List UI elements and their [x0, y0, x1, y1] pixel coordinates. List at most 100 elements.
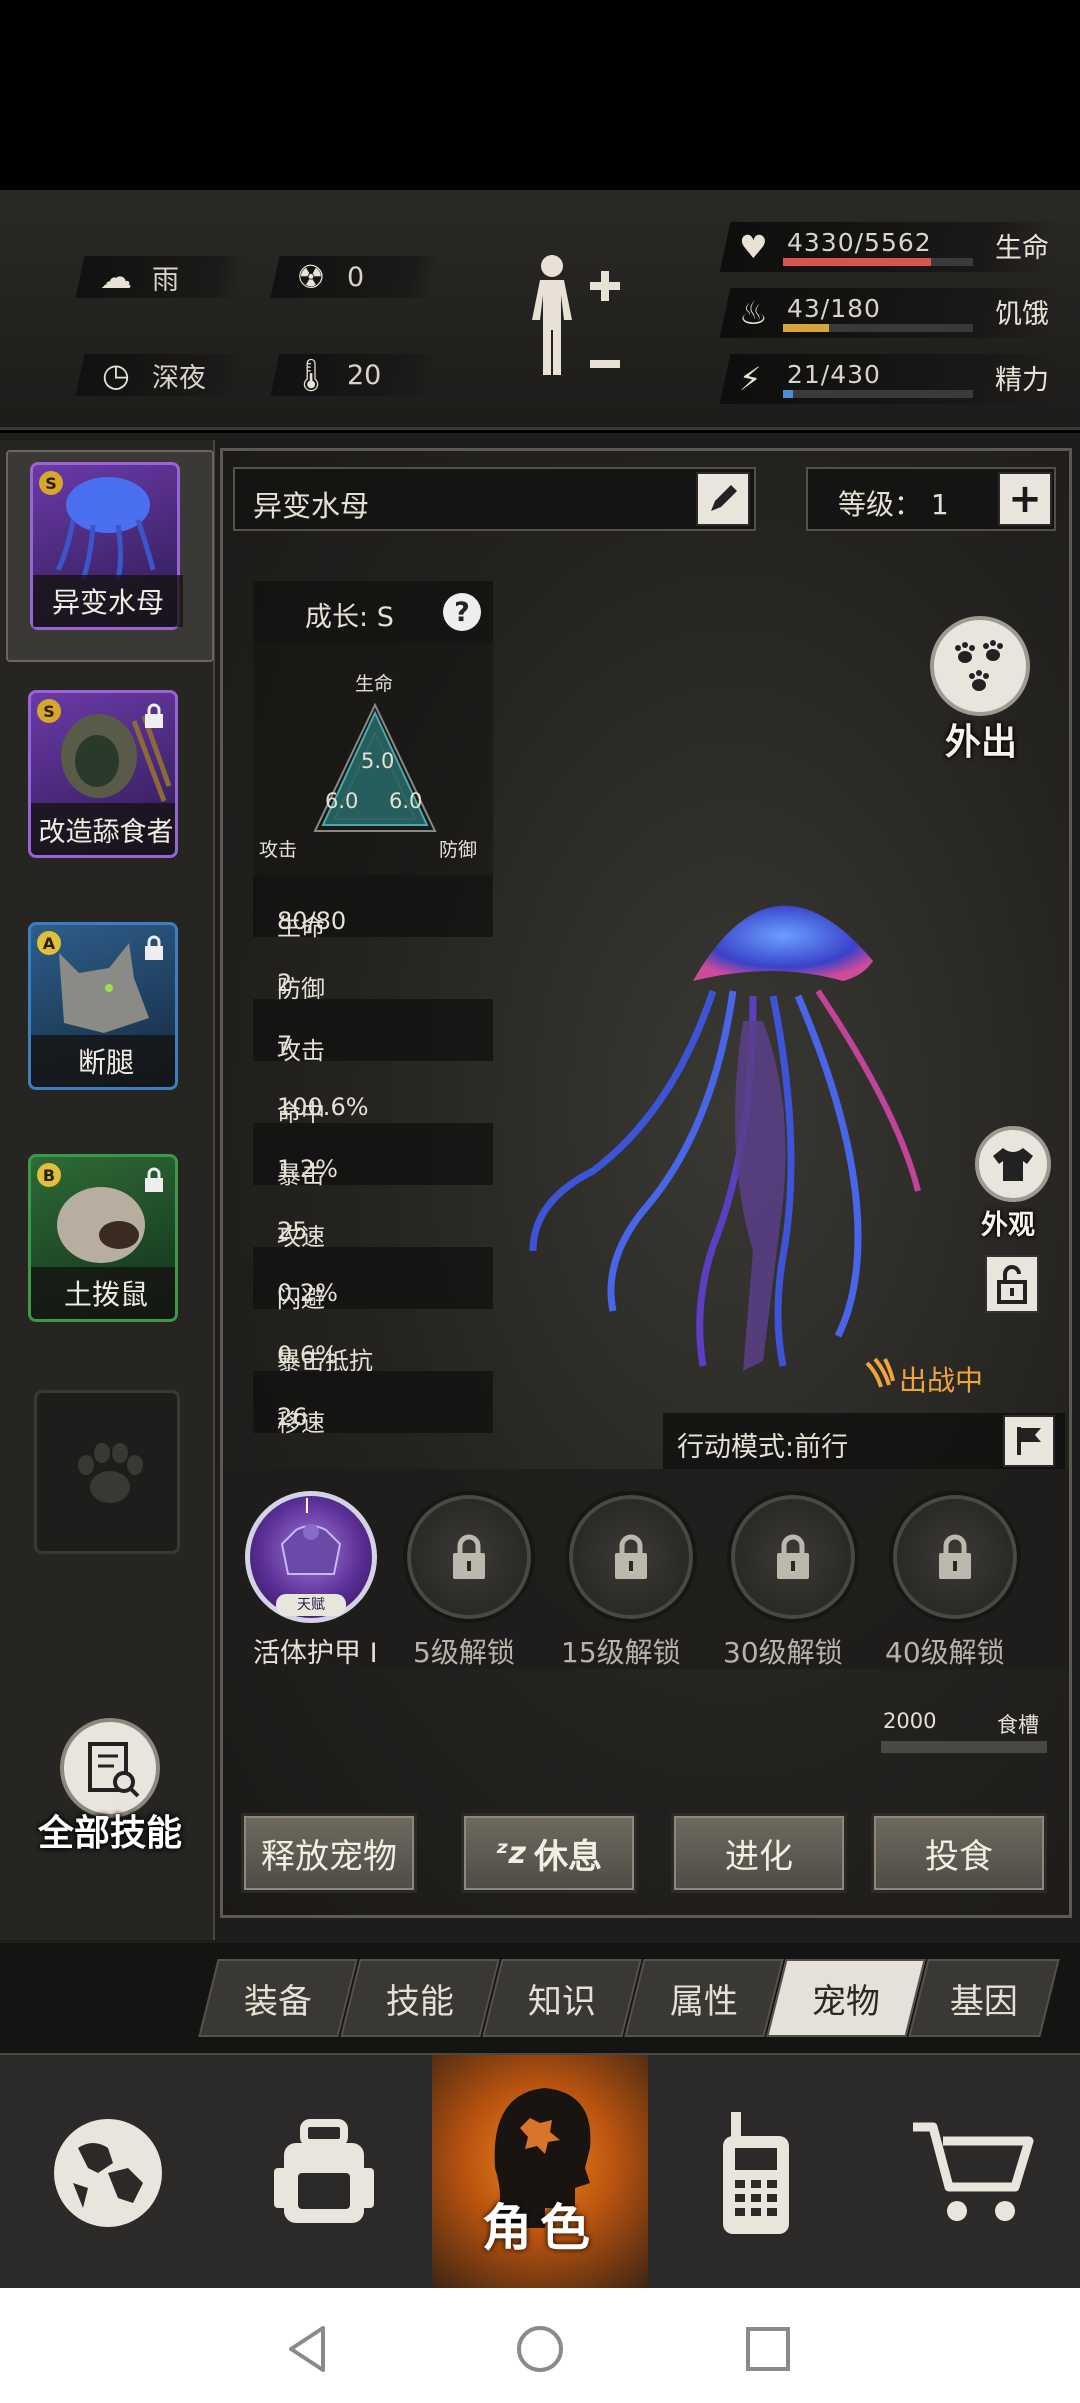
radiation-value: 0 — [347, 261, 365, 293]
category-tab-bar: 装备 技能 知识 属性 宠物 基因 — [0, 1943, 1080, 2053]
level-value: 1 — [930, 488, 949, 521]
back-icon[interactable] — [285, 2324, 329, 2374]
skill-slot-locked[interactable] — [727, 1491, 859, 1623]
all-skills-label: 全部技能 — [37, 1813, 182, 1854]
skill-living-armor[interactable]: I 天赋 — [245, 1491, 377, 1623]
pet-name-box: 异变水母 — [233, 467, 756, 531]
stat-row-dodge: 闪避 0.2% — [253, 1247, 493, 1313]
stat-row-accuracy: 命中 100.6% — [253, 1061, 493, 1127]
all-skills-button[interactable]: 全部技能 — [30, 1718, 190, 1868]
stomach-icon: ♨ — [739, 294, 768, 332]
battle-status: 出战中 — [803, 1351, 1065, 1401]
growth-radar: 生命 攻击 防御 5.0 6.0 6.0 — [253, 643, 493, 875]
tab-genes[interactable]: 基因 — [908, 1959, 1060, 2037]
tab-attributes[interactable]: 属性 — [624, 1959, 784, 2037]
empty-pet-slot[interactable] — [34, 1390, 180, 1554]
skill-tier: I — [304, 1494, 310, 1518]
lock-icon — [939, 1534, 971, 1579]
stat-value: 100.6% — [277, 1093, 369, 1121]
pet-name: 土拨鼠 — [31, 1267, 175, 1319]
help-button[interactable]: ? — [443, 593, 481, 631]
hunger-value: 43/180 — [787, 294, 881, 323]
evolve-button[interactable]: 进化 — [671, 1813, 847, 1893]
shopping-cart-icon — [913, 2122, 1034, 2221]
health-value: 4330/5562 — [787, 228, 932, 257]
plus-icon: + — [1008, 476, 1042, 522]
energy-icon: ⚡ — [739, 360, 762, 398]
body-figure-icon — [532, 255, 620, 375]
level-text: 等级： 1 — [838, 483, 949, 523]
nav-character[interactable]: 角色 — [432, 2055, 648, 2290]
pet-slot-broken-leg[interactable]: A 断腿 — [28, 922, 178, 1090]
tab-pets[interactable]: 宠物 — [766, 1959, 926, 2037]
heart-pulse-icon: ♥ — [739, 228, 768, 266]
level-label: 等级： — [838, 488, 923, 521]
appearance-button[interactable] — [975, 1126, 1051, 1202]
lock-icon — [145, 935, 163, 960]
bottom-navigation: 角色 — [0, 2053, 1080, 2290]
pet-slot-modified-licker[interactable]: S 改造舔食者 — [28, 690, 178, 858]
food-label: 食槽 — [997, 1713, 1039, 1737]
home-icon[interactable] — [515, 2324, 565, 2374]
rain-cloud-icon: ☁ — [100, 258, 132, 296]
pet-illustration — [529, 905, 921, 1371]
lock-icon — [145, 703, 163, 728]
tab-skills[interactable]: 技能 — [340, 1959, 500, 2037]
lock-icon — [615, 1534, 647, 1579]
nav-backpack[interactable] — [216, 2055, 432, 2290]
stat-row-attack: 攻击 7 — [253, 999, 493, 1065]
radar-top-value: 5.0 — [361, 749, 395, 773]
tab-equipment[interactable]: 装备 — [198, 1959, 358, 2037]
temperature-pill: 🌡 20 — [270, 354, 440, 396]
action-mode-row: 行动模式:前行 — [663, 1413, 1065, 1469]
hunger-label: 饥饿 — [995, 299, 1049, 330]
pet-name: 改造舔食者 — [31, 803, 175, 855]
radar-left-label: 攻击 — [259, 839, 298, 861]
rest-button[interactable]: ᶻz 休息 — [461, 1813, 637, 1893]
pet-slot-mutant-jellyfish[interactable]: S 异变水母 — [6, 450, 214, 662]
zzz-icon: ᶻz — [496, 1835, 526, 1871]
clock-icon: ◷ — [102, 356, 130, 394]
health-bar-fill — [783, 258, 932, 266]
temperature-value: 20 — [347, 359, 382, 391]
radar-left-value: 6.0 — [325, 789, 359, 813]
skill-slot-locked[interactable] — [565, 1491, 697, 1623]
status-bar: ☁ 雨 ☢ 0 ◷ 深夜 🌡 20 ♥ 4330/5562 生命 ♨ 43/18… — [0, 190, 1080, 430]
stat-row-move-speed: 移速 26 — [253, 1371, 493, 1437]
energy-label: 精力 — [995, 365, 1049, 396]
nav-shop[interactable] — [864, 2055, 1080, 2290]
weather-pill: ☁ 雨 — [75, 256, 245, 298]
claw-icon — [865, 1357, 895, 1388]
tab-knowledge[interactable]: 知识 — [482, 1959, 642, 2037]
lock-toggle-button[interactable] — [985, 1255, 1039, 1313]
tab-label: 基因 — [950, 1981, 1018, 2022]
flag-icon — [1017, 1427, 1041, 1455]
energy-bar-fill — [783, 390, 793, 398]
lock-icon — [145, 1167, 163, 1192]
release-pet-button[interactable]: 释放宠物 — [241, 1813, 417, 1893]
nav-world-map[interactable] — [0, 2055, 216, 2290]
action-mode-button[interactable] — [1003, 1415, 1055, 1467]
level-up-button[interactable]: + — [998, 472, 1052, 526]
unlock-icon — [997, 1265, 1027, 1304]
stats-column: 成长: S ? 生命 攻击 防御 5.0 6.0 6.0 生命 80/80 防御… — [253, 581, 493, 1461]
feed-button[interactable]: 投食 — [871, 1813, 1047, 1893]
skill-label: 30级解锁 — [723, 1636, 843, 1669]
recents-icon[interactable] — [745, 2326, 791, 2372]
energy-value: 21/430 — [787, 360, 881, 389]
tab-label: 知识 — [528, 1981, 596, 2022]
go-out-button[interactable] — [930, 616, 1030, 716]
nav-radio[interactable] — [648, 2055, 864, 2290]
body-status-button[interactable] — [520, 250, 630, 400]
hunger-bar-fill — [783, 324, 829, 332]
feed-label: 投食 — [925, 1836, 993, 1877]
radiation-icon: ☢ — [296, 258, 326, 296]
skill-slot-locked[interactable] — [403, 1491, 535, 1623]
vital-health: ♥ 4330/5562 生命 — [719, 222, 1065, 272]
rename-button[interactable] — [696, 472, 750, 526]
stat-row-defense: 防御 2 — [253, 937, 493, 1003]
pet-slot-marmot[interactable]: B 土拨鼠 — [28, 1154, 178, 1322]
skill-slot-locked[interactable] — [889, 1491, 1021, 1623]
stat-value: 0.6% — [277, 1341, 338, 1369]
tab-label: 宠物 — [812, 1981, 880, 2022]
